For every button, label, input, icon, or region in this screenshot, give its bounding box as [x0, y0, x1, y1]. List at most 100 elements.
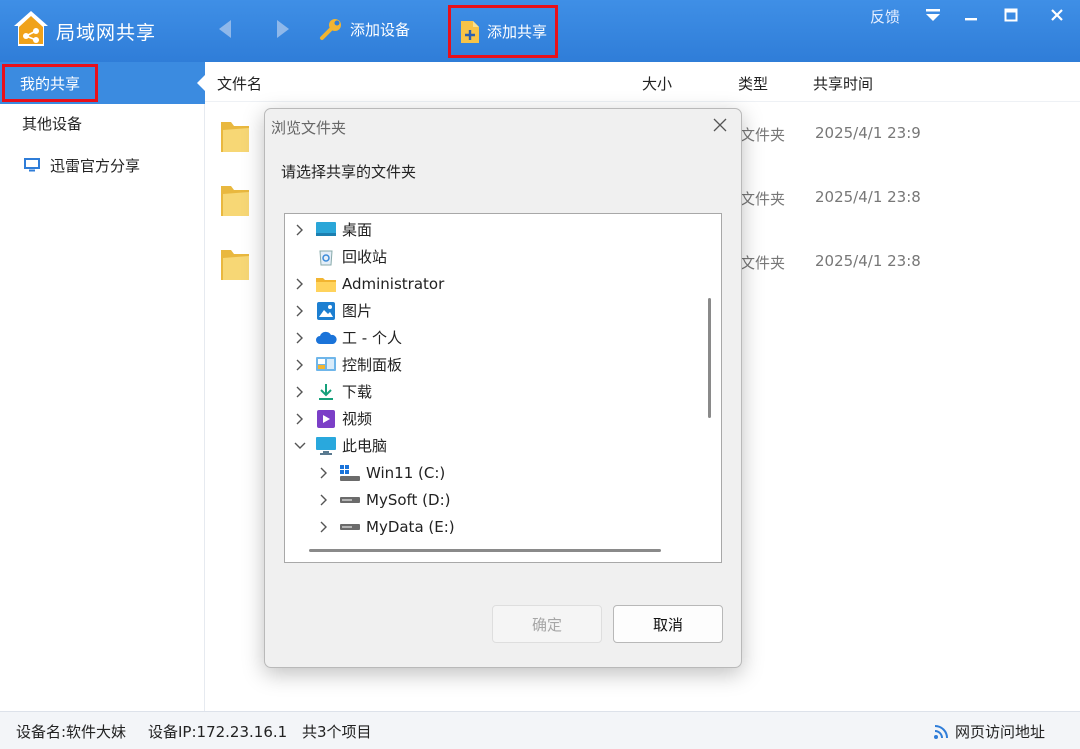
- chevron-right-icon[interactable]: [317, 466, 331, 480]
- tree-node-pictures[interactable]: 图片: [293, 297, 372, 324]
- device-ip: 设备IP:172.23.16.1: [148, 723, 288, 741]
- column-header-name[interactable]: 文件名: [217, 73, 262, 94]
- sidebar: 我的共享 其他设备 迅雷官方分享: [0, 62, 205, 712]
- chevron-right-icon[interactable]: [293, 412, 307, 426]
- status-bar: 设备名:软件大妹 设备IP:172.23.16.1 共3个项目 网页访问地址: [0, 711, 1080, 749]
- chevron-down-icon[interactable]: [293, 439, 307, 453]
- chevron-right-icon[interactable]: [293, 223, 307, 237]
- tree-node-downloads[interactable]: 下载: [293, 378, 372, 405]
- add-share-label: 添加共享: [487, 23, 548, 41]
- folder-icon: [221, 122, 249, 152]
- tree-node-label: Win11 (C:): [366, 463, 446, 482]
- rss-icon: [934, 724, 948, 739]
- tree-node-label: 桌面: [342, 221, 373, 239]
- tree-node-label: 回收站: [342, 248, 388, 266]
- download-icon: [315, 382, 337, 402]
- tree-node-label: MySoft (D:): [366, 490, 451, 509]
- ok-button[interactable]: 确定: [492, 605, 602, 643]
- drive-icon: [339, 490, 361, 510]
- minimize-icon: [965, 18, 977, 21]
- chevron-right-icon[interactable]: [293, 304, 307, 318]
- column-header-type[interactable]: 类型: [738, 73, 768, 94]
- web-access-label: 网页访问地址: [955, 723, 1046, 741]
- tree-node-recycle-bin[interactable]: 回收站: [293, 243, 387, 270]
- chevron-right-icon[interactable]: [317, 520, 331, 534]
- wrench-icon: [320, 19, 341, 40]
- horizontal-scrollbar[interactable]: [309, 549, 661, 552]
- selection-notch: [197, 75, 205, 91]
- tree-node-administrator[interactable]: Administrator: [293, 270, 444, 297]
- add-device-button[interactable]: 添加设备: [318, 12, 410, 46]
- desktop-icon: [315, 220, 337, 240]
- tree-node-label: 图片: [342, 302, 373, 320]
- column-header-time[interactable]: 共享时间: [813, 73, 873, 94]
- windows-drive-icon: [339, 463, 361, 483]
- share-time: 2025/4/1 23:8: [815, 188, 921, 206]
- device-name: 设备名:软件大妹: [16, 723, 127, 741]
- forward-arrow-icon[interactable]: [273, 18, 293, 40]
- tree-node-onedrive[interactable]: 工 - 个人: [293, 324, 402, 351]
- add-share-button[interactable]: 添加共享: [448, 5, 559, 58]
- dialog-close-button[interactable]: [709, 114, 731, 136]
- file-type: 文件夹: [740, 254, 786, 272]
- sidebar-item-label: 其他设备: [22, 114, 83, 133]
- video-icon: [315, 409, 337, 429]
- tree-node-label: Administrator: [342, 274, 445, 293]
- tree-node-drive-e[interactable]: MyData (E:): [317, 513, 455, 540]
- close-button[interactable]: [1044, 4, 1070, 26]
- tree-node-control-panel[interactable]: 控制面板: [293, 351, 402, 378]
- sidebar-item-other-devices[interactable]: 其他设备: [0, 102, 205, 144]
- tree-node-label: 下载: [342, 383, 373, 401]
- file-type: 文件夹: [740, 126, 786, 144]
- vertical-scrollbar[interactable]: [708, 298, 711, 418]
- this-pc-icon: [315, 436, 337, 456]
- chevron-right-icon[interactable]: [293, 358, 307, 372]
- tree-node-videos[interactable]: 视频: [293, 405, 372, 432]
- folder-icon: [221, 186, 249, 216]
- dialog-prompt: 请选择共享的文件夹: [281, 163, 417, 181]
- folder-icon: [315, 274, 337, 294]
- maximize-icon: [1004, 8, 1018, 22]
- back-arrow-icon[interactable]: [215, 18, 235, 40]
- chevron-right-icon[interactable]: [293, 277, 307, 291]
- folder-tree[interactable]: 桌面 回收站 Administrator 图片 工 - 个人 控制面板 下载 视…: [284, 213, 722, 563]
- browse-folder-dialog: 浏览文件夹 请选择共享的文件夹 桌面 回收站 Administrator 图片: [264, 108, 742, 668]
- tree-node-label: MyData (E:): [366, 517, 455, 536]
- tree-node-label: 视频: [342, 410, 373, 428]
- minimize-button[interactable]: [958, 4, 984, 26]
- chevron-right-icon[interactable]: [317, 493, 331, 507]
- tree-node-label: 控制面板: [342, 356, 403, 374]
- close-icon: [713, 118, 727, 132]
- add-file-icon: [461, 20, 479, 43]
- tree-node-desktop[interactable]: 桌面: [293, 216, 372, 243]
- close-icon: [1051, 9, 1063, 21]
- tree-node-label: 此电脑: [342, 437, 388, 455]
- title-bar: 局域网共享 添加设备 添加共享 反馈: [0, 0, 1080, 62]
- web-access-link[interactable]: 网页访问地址: [933, 721, 1045, 742]
- add-device-label: 添加设备: [350, 20, 411, 39]
- sidebar-item-label: 我的共享: [20, 74, 81, 93]
- sidebar-item-xunlei-share[interactable]: 迅雷官方分享: [0, 144, 205, 186]
- app-title: 局域网共享: [56, 22, 157, 44]
- feedback-link[interactable]: 反馈: [870, 6, 900, 27]
- dropdown-menu-icon: [926, 9, 940, 21]
- file-list-header: 文件名 大小 类型 共享时间: [205, 62, 1080, 102]
- pictures-icon: [315, 301, 337, 321]
- column-header-size[interactable]: 大小: [642, 73, 672, 94]
- folder-icon: [221, 250, 249, 280]
- monitor-icon: [24, 158, 40, 172]
- file-type: 文件夹: [740, 190, 786, 208]
- recycle-bin-icon: [315, 247, 337, 267]
- onedrive-icon: [315, 328, 337, 348]
- menu-dropdown-button[interactable]: [920, 4, 946, 26]
- sidebar-item-my-shares[interactable]: 我的共享: [0, 62, 205, 104]
- tree-node-this-pc[interactable]: 此电脑: [293, 432, 387, 459]
- chevron-right-icon[interactable]: [293, 331, 307, 345]
- share-time: 2025/4/1 23:9: [815, 124, 921, 142]
- drive-icon: [339, 517, 361, 537]
- cancel-button[interactable]: 取消: [613, 605, 723, 643]
- chevron-right-icon[interactable]: [293, 385, 307, 399]
- maximize-button[interactable]: [998, 4, 1024, 26]
- tree-node-drive-d[interactable]: MySoft (D:): [317, 486, 451, 513]
- tree-node-drive-c[interactable]: Win11 (C:): [317, 459, 445, 486]
